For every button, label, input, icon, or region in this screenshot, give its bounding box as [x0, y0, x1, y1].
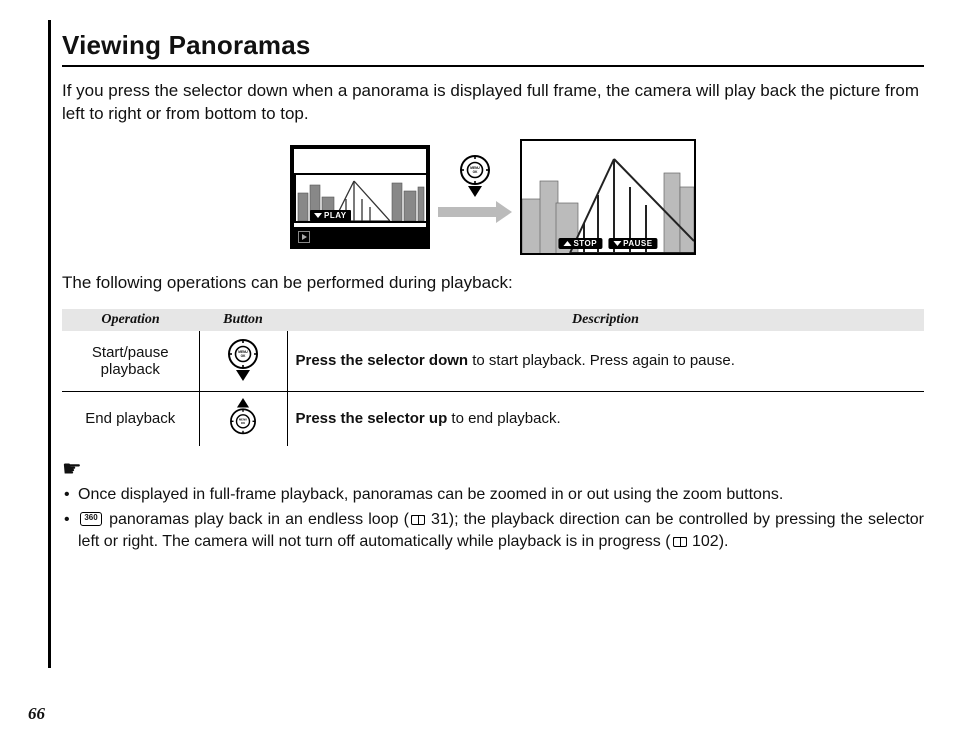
desc-cell: Press the selector down to start playbac…: [287, 331, 924, 392]
page-title: Viewing Panoramas: [62, 30, 924, 61]
btn-cell: MENU OK: [199, 331, 287, 392]
th-operation: Operation: [62, 309, 199, 331]
th-description: Description: [287, 309, 924, 331]
side-rule: [48, 20, 51, 668]
desc-cell: Press the selector up to end playback.: [287, 391, 924, 446]
page-ref-icon: [411, 515, 425, 525]
illustration-row: PLAY MENU OK: [62, 139, 924, 255]
stop-pause-overlay: STOP PAUSE: [558, 238, 657, 249]
playback-mode-icon: [298, 231, 310, 243]
selector-down-indicator: MENU OK: [458, 153, 492, 197]
notes-list: Once displayed in full-frame playback, p…: [62, 484, 924, 554]
btn-cell: MENU OK: [199, 391, 287, 446]
title-rule: [62, 65, 924, 67]
list-item: Once displayed in full-frame playback, p…: [62, 484, 924, 507]
panorama-thumbnail-scrolling: STOP PAUSE: [520, 139, 696, 255]
op-cell: Start/pause playback: [62, 331, 199, 392]
desc-rest: to end playback.: [447, 410, 560, 427]
operations-table: Operation Button Description Start/pause…: [62, 309, 924, 446]
note-pointer-icon: ☛: [62, 456, 924, 482]
page-number: 66: [28, 704, 45, 724]
table-row: End playback MENU OK P: [62, 391, 924, 446]
table-intro: The following operations can be performe…: [62, 271, 924, 294]
panorama-360-icon: [80, 512, 102, 526]
th-button: Button: [199, 309, 287, 331]
note-2c: 102).: [688, 533, 729, 550]
skyline-illustration-large: [522, 141, 694, 253]
table-row: Start/pause playback MENU OK: [62, 331, 924, 392]
play-label: PLAY: [324, 211, 347, 220]
svg-text:OK: OK: [241, 354, 246, 358]
pause-label: PAUSE: [623, 239, 652, 248]
play-overlay: PLAY: [310, 210, 351, 221]
intro-paragraph: If you press the selector down when a pa…: [62, 79, 924, 126]
desc-bold: Press the selector up: [296, 410, 448, 427]
stop-label: STOP: [573, 239, 597, 248]
desc-rest: to start playback. Press again to pause.: [468, 352, 735, 369]
desc-bold: Press the selector down: [296, 352, 469, 369]
note-2a: panoramas play back in an endless loop (: [104, 511, 409, 528]
panorama-thumbnail-full: PLAY: [290, 145, 430, 249]
selector-down-icon: MENU OK: [226, 337, 260, 381]
page-ref-icon: [673, 537, 687, 547]
list-item: panoramas play back in an endless loop (…: [62, 509, 924, 554]
svg-text:MENU: MENU: [239, 417, 247, 421]
svg-text:OK: OK: [473, 170, 478, 174]
selector-up-icon: MENU OK: [226, 398, 260, 436]
svg-text:OK: OK: [241, 421, 245, 425]
note-1: Once displayed in full-frame playback, p…: [78, 486, 783, 503]
arrow-right-icon: [438, 201, 512, 223]
op-cell: End playback: [62, 391, 199, 446]
